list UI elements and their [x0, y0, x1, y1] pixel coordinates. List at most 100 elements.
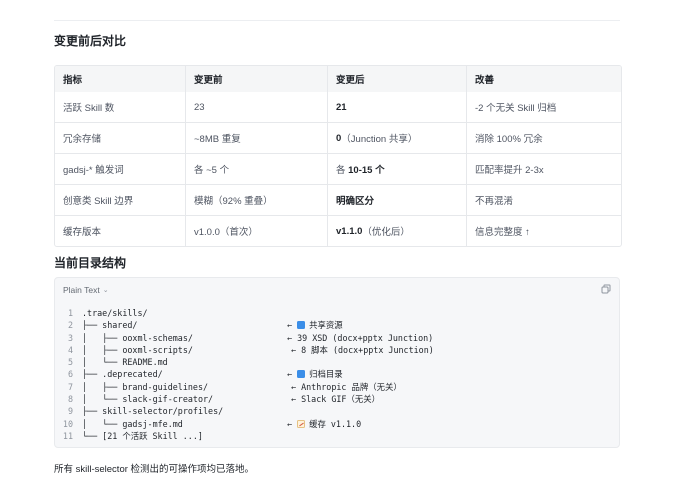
after-note: （Junction 共享） [341, 134, 418, 145]
line-text: ├── .deprecated/ [82, 369, 163, 380]
comment-text: 缓存 v1.1.0 [309, 418, 362, 429]
section-title-directory: 当前目录结构 [54, 256, 127, 270]
info-emoji-icon [297, 370, 306, 379]
after-value: v1.1.0 [336, 225, 363, 237]
language-selector[interactable]: Plain Text ⌄ [63, 285, 109, 295]
comment-text: 共享资源 [309, 320, 343, 331]
cell-after: 各 10-15 个 [327, 154, 466, 184]
code-line: 11 └── [21 个活跃 Skill ...] [55, 430, 619, 442]
line-comment: ← Slack GIF（无关） [291, 393, 430, 405]
cell-metric: 缓存版本 [63, 227, 102, 238]
cell-improve: 匹配率提升 2-3x [466, 154, 621, 184]
cell-improve: -2 个无关 Skill 归档 [466, 92, 621, 122]
table-row: 冗余存储 ~8MB 重复 0 （Junction 共享） 消除 100% 冗余 [55, 122, 621, 153]
copy-icon[interactable] [601, 284, 611, 294]
line-text: │ └── README.md [82, 357, 168, 368]
header-after: 变更后 [327, 66, 466, 92]
line-number: 4 [67, 344, 73, 355]
divider [54, 20, 620, 21]
line-text: │ ├── brand-guidelines/ [82, 381, 209, 392]
code-line: 6 ├── .deprecated/ ← 归档目录 [55, 368, 619, 380]
section-title-compare: 变更前后对比 [54, 34, 127, 48]
code-line: 5 │ └── README.md [55, 356, 619, 368]
after-value: 21 [336, 101, 347, 113]
table-header-row: 指标 变更前 变更后 改善 [55, 66, 621, 92]
after-note: （优化后） [362, 227, 410, 238]
cell-before: ~8MB 重复 [185, 123, 327, 153]
code-line: 4 │ ├── ooxml-scripts/ ← 8 脚本 (docx+pptx J… [55, 344, 619, 356]
line-number: 1 [67, 308, 73, 318]
line-text: ├── shared/ [82, 320, 138, 331]
cell-after: 21 [327, 92, 466, 122]
comment-prefix: ← Anthropic 品牌（无关） [291, 381, 402, 392]
code-line: 10 │ └── gadsj-mfe.md ← 缓存 v1.1.0 [55, 418, 619, 430]
after-value: 明确区分 [336, 196, 375, 207]
code-line: 2 ├── shared/ ← 共享资源 [55, 319, 619, 331]
after-value: 10-15 个 [348, 165, 385, 176]
line-number: 8 [67, 394, 73, 405]
memo-icon [297, 419, 306, 428]
line-number: 10 [62, 418, 73, 429]
line-number: 3 [67, 332, 73, 343]
line-text: │ └── gadsj-mfe.md [82, 418, 183, 429]
cell-before: v1.0.0（首次） [185, 216, 327, 246]
summary-text: 所有 skill-selector 检测出的可操作项均已落地。 [54, 464, 255, 475]
line-number: 9 [67, 406, 73, 417]
comment-prefix: ← 8 脚本 (docx+pptx Junction) [291, 344, 434, 355]
table-row: 创意类 Skill 边界 模糊（92% 重叠） 明确区分 不再混淆 [55, 184, 621, 215]
line-number: 2 [67, 320, 73, 331]
comment-text: 归档目录 [309, 369, 343, 380]
comparison-table: 指标 变更前 变更后 改善 活跃 Skill 数 23 21 -2 个无关 Skill… [54, 65, 622, 247]
comment-prefix: ← Slack GIF（无关） [291, 394, 380, 405]
line-comment: ← 8 脚本 (docx+pptx Junction) [291, 344, 434, 356]
code-line: 1 .trae/skills/ [55, 307, 619, 319]
comment-prefix: ← [287, 320, 298, 331]
comment-prefix: ← [287, 418, 298, 429]
line-comment: ← 缓存 v1.1.0 [287, 418, 361, 430]
cell-after: v1.1.0 （优化后） [327, 216, 466, 246]
line-text: │ ├── ooxml-schemas/ [82, 332, 193, 343]
line-number: 5 [67, 357, 73, 368]
cell-after: 明确区分 [327, 185, 466, 215]
cell-improve: 不再混淆 [466, 185, 621, 215]
code-block: Plain Text ⌄ 1 .trae/skills/2 ├── shared/ ←… [54, 277, 620, 448]
cell-improve: 消除 100% 冗余 [466, 123, 621, 153]
cell-before: 模糊（92% 重叠） [185, 185, 327, 215]
line-comment: ← Anthropic 品牌（无关） [291, 381, 430, 393]
code-line: 7 │ ├── brand-guidelines/ ← Anthropic 品牌（无… [55, 381, 619, 393]
line-comment: ← 共享资源 [287, 319, 343, 331]
line-number: 6 [67, 369, 73, 380]
code-lines: 1 .trae/skills/2 ├── shared/ ← 共享资源 3 │ ├── o… [55, 307, 619, 442]
cell-metric: 活跃 Skill 数 [63, 103, 115, 114]
cell-before: 23 [185, 92, 327, 122]
line-text: ├── skill-selector/profiles/ [82, 406, 224, 417]
cell-before: 各 ~5 个 [185, 154, 327, 184]
header-before: 变更前 [185, 66, 327, 92]
header-improve: 改善 [466, 66, 621, 92]
line-comment: ← 归档目录 [287, 368, 343, 380]
line-text: .trae/skills/ [82, 308, 148, 318]
cell-metric: 冗余存储 [63, 134, 102, 145]
table-row: 缓存版本 v1.0.0（首次） v1.1.0 （优化后） 信息完整度 ↑ [55, 215, 621, 246]
table-row: gadsj-* 触发词各 ~5 个各 10-15 个匹配率提升 2-3x [55, 153, 621, 184]
info-emoji-icon [297, 321, 306, 330]
cell-metric: gadsj-* 触发词 [63, 165, 124, 176]
language-label: Plain Text [63, 285, 100, 295]
code-line: 9 ├── skill-selector/profiles/ [55, 405, 619, 417]
line-text: └── [21 个活跃 Skill ...] [82, 430, 203, 441]
cell-improve: 信息完整度 ↑ [466, 216, 621, 246]
comment-prefix: ← 39 XSD (docx+pptx Junction) [287, 332, 434, 343]
line-text: │ ├── ooxml-scripts/ [82, 344, 193, 355]
comment-prefix: ← [287, 369, 298, 380]
line-comment: ← 39 XSD (docx+pptx Junction) [287, 332, 433, 344]
cell-after: 0 （Junction 共享） [327, 123, 466, 153]
line-number: 7 [67, 381, 73, 392]
chevron-down-icon: ⌄ [102, 287, 109, 294]
line-text: │ └── slack-gif-creator/ [82, 394, 214, 405]
code-line: 8 │ └── slack-gif-creator/ ← Slack GIF（无关） [55, 393, 619, 405]
cell-metric: 创意类 Skill 边界 [63, 196, 134, 207]
after-prefix: 各 [336, 165, 349, 176]
table-row: 活跃 Skill 数 23 21 -2 个无关 Skill 归档 [55, 92, 621, 122]
code-line: 3 │ ├── ooxml-schemas/ ← 39 XSD (docx+pptx… [55, 332, 619, 344]
header-metric: 指标 [63, 75, 83, 86]
